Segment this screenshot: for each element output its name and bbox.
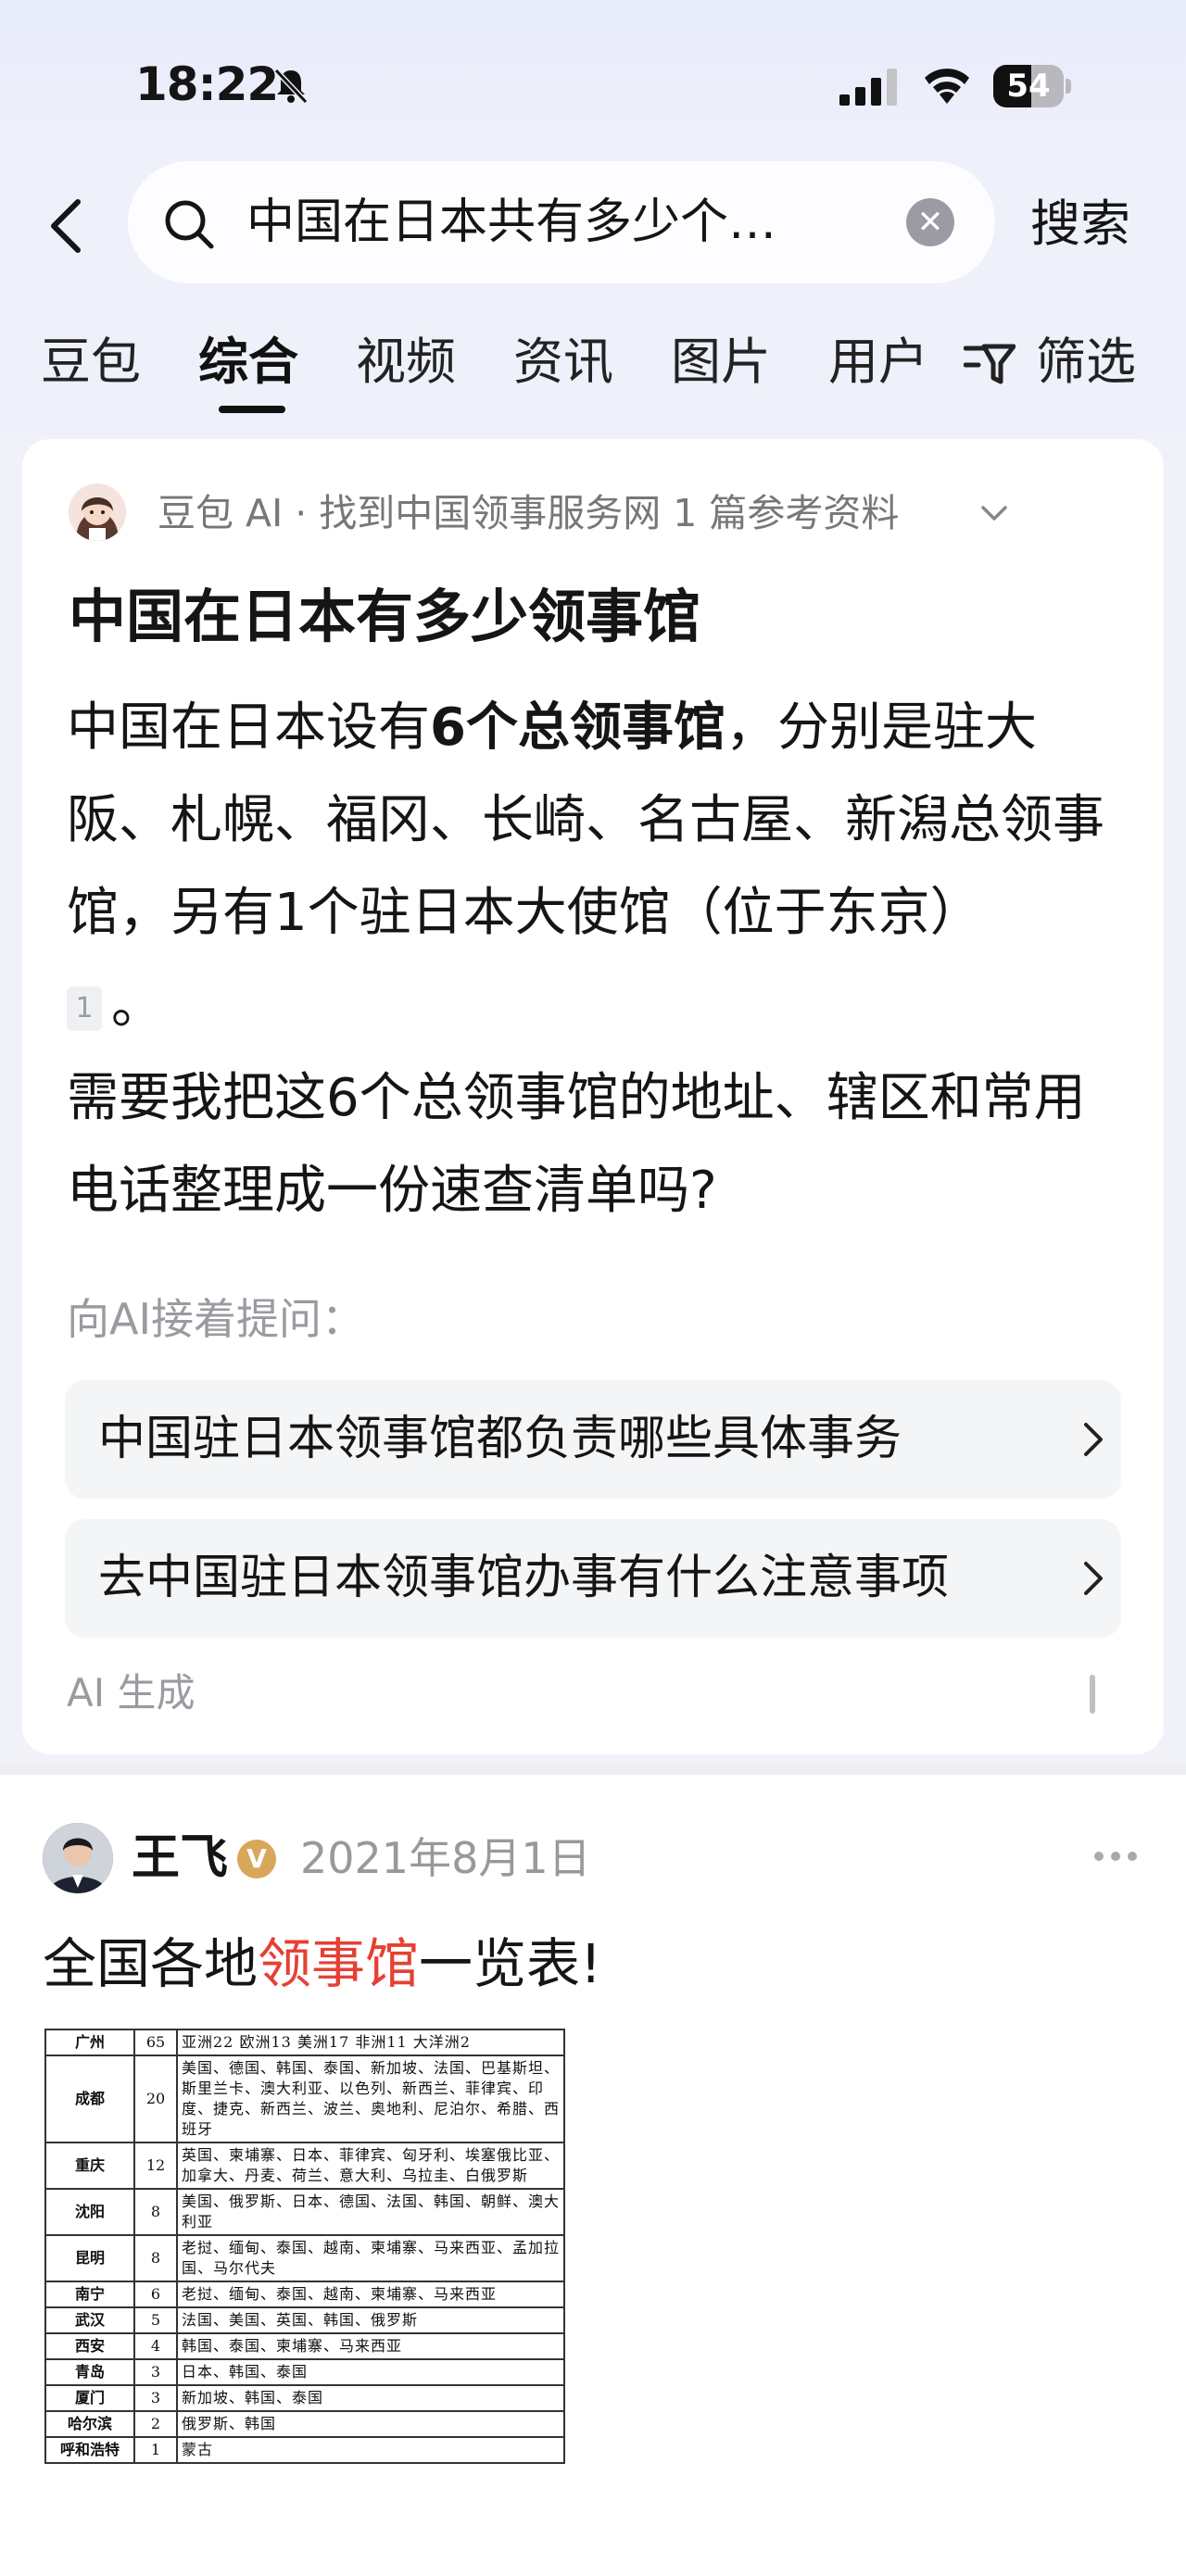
table-cell-city: 沈阳 xyxy=(44,2188,135,2236)
cellular-signal-icon xyxy=(839,69,897,106)
table-cell-count: 5 xyxy=(133,2306,178,2334)
table-cell-count: 2 xyxy=(133,2410,178,2438)
chevron-right-icon xyxy=(1084,1423,1103,1456)
ai-generated-label: AI 生成 xyxy=(67,1670,196,1715)
table-cell-countries: 韩国、泰国、柬埔寨、马来西亚 xyxy=(176,2332,565,2360)
verified-badge-icon: V xyxy=(237,1840,276,1879)
table-cell-city: 呼和浩特 xyxy=(44,2436,135,2464)
table-cell-city: 成都 xyxy=(44,2055,135,2143)
ai-answer-card: 豆包 AI · 找到中国领事服务网 1 篇参考资料 中国在日本有多少领事馆 中国… xyxy=(22,439,1164,1754)
search-tabs: 豆包 综合 视频 资讯 图片 用户 筛选 xyxy=(0,296,1186,435)
table-cell-count: 6 xyxy=(133,2281,178,2308)
tab-images[interactable]: 图片 xyxy=(671,330,771,395)
battery-icon: 54 xyxy=(993,65,1071,107)
filter-icon[interactable] xyxy=(964,341,1016,387)
table-cell-city: 厦门 xyxy=(44,2384,135,2412)
table-cell-count: 4 xyxy=(133,2332,178,2360)
table-row: 武汉 5 法国、美国、英国、韩国、俄罗斯 xyxy=(44,2306,565,2334)
table-cell-countries: 英国、柬埔寨、日本、菲律宾、匈牙利、埃塞俄比亚、加拿大、丹麦、荷兰、意大利、乌拉… xyxy=(176,2142,565,2190)
table-cell-count: 8 xyxy=(133,2188,178,2236)
ai-source-text: 豆包 AI · 找到中国领事服务网 1 篇参考资料 xyxy=(158,491,900,535)
post-text: 全国各地领事馆一览表! xyxy=(43,1932,602,1995)
table-row: 西安 4 韩国、泰国、柬埔寨、马来西亚 xyxy=(44,2332,565,2360)
battery-percent: 54 xyxy=(1006,68,1051,105)
table-cell-countries: 亚洲22 欧洲13 美洲17 非洲11 大洋洲2 xyxy=(176,2029,565,2056)
table-cell-count: 20 xyxy=(133,2055,178,2143)
table-cell-city: 广州 xyxy=(44,2029,135,2056)
answer-paragraph-2: 需要我把这6个总领事馆的地址、辖区和常用电话整理成一份速查清单吗? xyxy=(67,1068,1086,1221)
ai-card-scroll-indicator xyxy=(1090,1675,1095,1714)
status-bar: 18:22 54 xyxy=(0,0,1186,157)
table-cell-city: 哈尔滨 xyxy=(44,2410,135,2438)
table-cell-countries: 俄罗斯、韩国 xyxy=(176,2410,565,2438)
table-row: 成都 20 美国、德国、韩国、泰国、新加坡、法国、巴基斯坦、斯里兰卡、澳大利亚、以色… xyxy=(44,2055,565,2143)
table-row: 青岛 3 日本、韩国、泰国 xyxy=(44,2358,565,2386)
clear-search-icon[interactable]: ✕ xyxy=(906,198,954,246)
table-cell-city: 南宁 xyxy=(44,2281,135,2308)
table-cell-countries: 老挝、缅甸、泰国、越南、柬埔寨、马来西亚 xyxy=(176,2281,565,2308)
answer-paragraph-1: 中国在日本设有6个总领事馆，分别是驻大阪、札幌、福冈、长崎、名古屋、新潟总领事馆… xyxy=(67,697,1104,1036)
highlighted-keyword: 领事馆 xyxy=(258,1932,420,1995)
table-row: 南宁 6 老挝、缅甸、泰国、越南、柬埔寨、马来西亚 xyxy=(44,2281,565,2308)
table-cell-city: 武汉 xyxy=(44,2306,135,2334)
table-cell-count: 65 xyxy=(133,2029,178,2056)
search-button[interactable]: 搜索 xyxy=(1030,195,1130,254)
tab-doubao[interactable]: 豆包 xyxy=(41,330,141,395)
table-cell-countries: 新加坡、韩国、泰国 xyxy=(176,2384,565,2412)
table-cell-count: 8 xyxy=(133,2234,178,2282)
chevron-right-icon xyxy=(1084,1562,1103,1595)
table-row: 广州 65 亚洲22 欧洲13 美洲17 非洲11 大洋洲2 xyxy=(44,2029,565,2056)
doubao-avatar xyxy=(69,484,126,541)
table-cell-countries: 美国、德国、韩国、泰国、新加坡、法国、巴基斯坦、斯里兰卡、澳大利亚、以色列、新西… xyxy=(176,2055,565,2143)
clock: 18:22 xyxy=(135,57,279,111)
table-cell-countries: 日本、韩国、泰国 xyxy=(176,2358,565,2386)
search-query[interactable]: 中国在日本共有多少个… xyxy=(246,193,969,252)
tab-news[interactable]: 资讯 xyxy=(513,330,613,395)
author-name[interactable]: 王飞 xyxy=(132,1827,228,1890)
table-cell-countries: 法国、美国、英国、韩国、俄罗斯 xyxy=(176,2306,565,2334)
chevron-down-icon[interactable] xyxy=(980,504,1008,522)
table-cell-city: 西安 xyxy=(44,2332,135,2360)
followup-label: 向AI接着提问： xyxy=(67,1294,365,1344)
wifi-icon xyxy=(925,69,969,104)
citation-badge[interactable]: 1 xyxy=(67,986,102,1031)
search-icon xyxy=(165,200,214,249)
table-cell-city: 昆明 xyxy=(44,2234,135,2282)
table-row: 呼和浩特 1 蒙古 xyxy=(44,2436,565,2464)
post-date: 2021年8月1日 xyxy=(300,1833,591,1883)
tab-overall[interactable]: 综合 xyxy=(198,330,298,395)
table-cell-count: 12 xyxy=(133,2142,178,2190)
author-avatar[interactable] xyxy=(43,1823,113,1893)
ai-answer-body: 中国在日本设有6个总领事馆，分别是驻大阪、札幌、福冈、长崎、名古屋、新潟总领事馆… xyxy=(67,682,1132,1238)
back-arrow-icon[interactable] xyxy=(41,195,96,258)
post-card[interactable]: 王飞 V 2021年8月1日 全国各地领事馆一览表! 广州 65 亚洲22 欧洲13… xyxy=(0,1775,1186,2576)
followup-question-2[interactable]: 去中国驻日本领事馆办事有什么注意事项 xyxy=(65,1519,1121,1638)
filter-button[interactable]: 筛选 xyxy=(1036,330,1136,395)
tab-video[interactable]: 视频 xyxy=(356,330,456,395)
tab-users[interactable]: 用户 xyxy=(828,330,928,395)
table-row: 厦门 3 新加坡、韩国、泰国 xyxy=(44,2384,565,2412)
section-divider xyxy=(0,1764,1186,1775)
table-cell-count: 3 xyxy=(133,2358,178,2386)
followup-question-1[interactable]: 中国驻日本领事馆都负责哪些具体事务 xyxy=(65,1380,1121,1499)
search-input[interactable]: 中国在日本共有多少个… ✕ xyxy=(128,161,995,283)
table-cell-city: 青岛 xyxy=(44,2358,135,2386)
table-cell-countries: 美国、俄罗斯、日本、德国、法国、韩国、朝鲜、澳大利亚 xyxy=(176,2188,565,2236)
more-options-icon[interactable] xyxy=(1093,1849,1138,1864)
table-row: 重庆 12 英国、柬埔寨、日本、菲律宾、匈牙利、埃塞俄比亚、加拿大、丹麦、荷兰、意大… xyxy=(44,2142,565,2190)
ai-answer-title: 中国在日本有多少领事馆 xyxy=(69,583,701,650)
table-row: 沈阳 8 美国、俄罗斯、日本、德国、法国、韩国、朝鲜、澳大利亚 xyxy=(44,2188,565,2236)
search-row: 中国在日本共有多少个… ✕ 搜索 xyxy=(0,157,1186,296)
table-row: 哈尔滨 2 俄罗斯、韩国 xyxy=(44,2410,565,2438)
table-row: 昆明 8 老挝、缅甸、泰国、越南、柬埔寨、马来西亚、孟加拉国、马尔代夫 xyxy=(44,2234,565,2282)
table-cell-count: 1 xyxy=(133,2436,178,2464)
table-cell-countries: 老挝、缅甸、泰国、越南、柬埔寨、马来西亚、孟加拉国、马尔代夫 xyxy=(176,2234,565,2282)
silent-bell-icon xyxy=(273,68,309,105)
table-cell-count: 3 xyxy=(133,2384,178,2412)
table-cell-city: 重庆 xyxy=(44,2142,135,2190)
post-image-table[interactable]: 广州 65 亚洲22 欧洲13 美洲17 非洲11 大洋洲2 成都 20 美国、德国、韩国… xyxy=(44,2029,565,2464)
table-cell-countries: 蒙古 xyxy=(176,2436,565,2464)
active-tab-indicator xyxy=(219,406,285,413)
